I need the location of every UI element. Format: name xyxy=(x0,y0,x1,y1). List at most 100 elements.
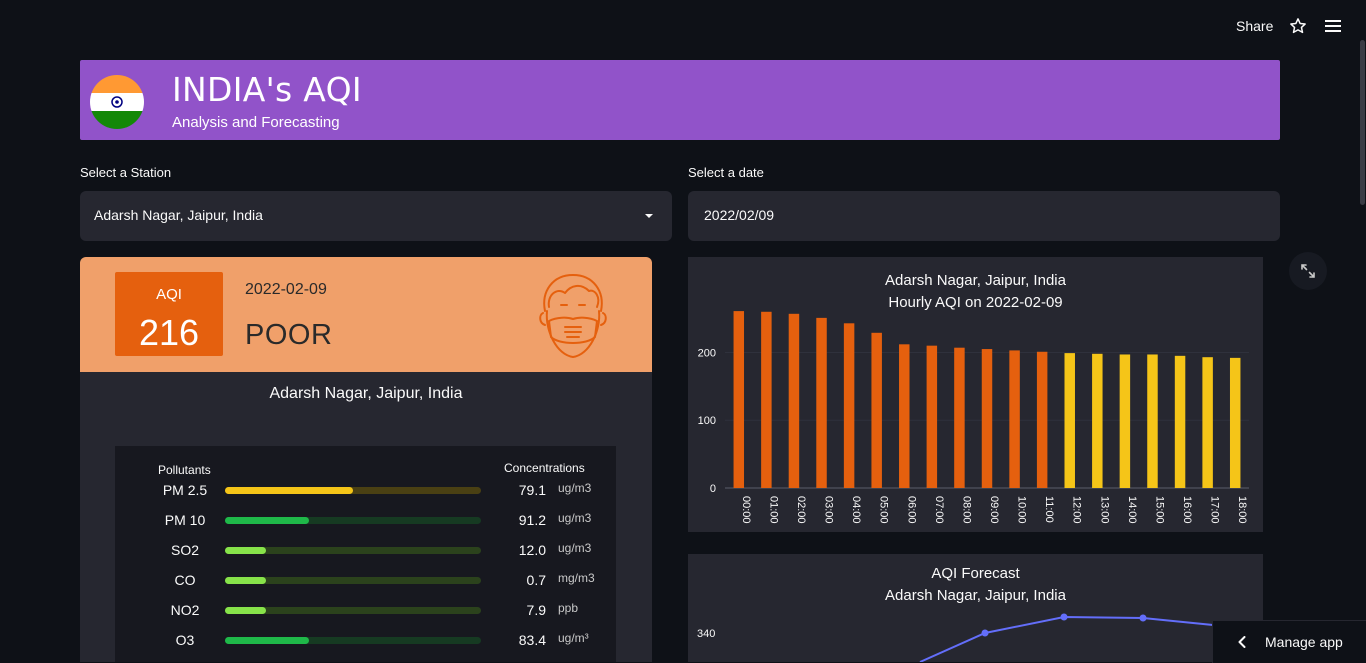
forecast-point xyxy=(1060,613,1068,621)
y-tick-label: 200 xyxy=(698,347,716,359)
hourly-aqi-bar xyxy=(1147,354,1158,488)
manage-app-button[interactable]: Manage app xyxy=(1212,620,1366,663)
pollutant-unit: mg/m3 xyxy=(558,571,595,585)
hourly-aqi-bar xyxy=(1202,357,1213,488)
hourly-aqi-bar xyxy=(871,332,882,488)
pollutant-level-fill xyxy=(225,637,310,644)
x-tick-label: 12:00 xyxy=(1071,496,1083,524)
y-tick-label: 0 xyxy=(710,483,716,495)
hourly-aqi-bar xyxy=(733,311,745,488)
x-tick-label: 04:00 xyxy=(850,496,862,524)
aqi-card-body: Adarsh Nagar, Jaipur, India Pollutants C… xyxy=(80,372,652,662)
aqi-card-header: AQI 216 2022-02-09 POOR xyxy=(80,257,652,372)
pollutants-panel: Pollutants Concentrations PM 2.5 79.1 ug/m… xyxy=(115,446,616,662)
y-tick-label: 100 xyxy=(698,415,716,427)
forecast-chart: AQI Forecast Adarsh Nagar, Jaipur, India… xyxy=(688,554,1263,662)
x-tick-label: 08:00 xyxy=(960,496,972,524)
pollutant-value: 91.2 xyxy=(518,512,546,528)
aqi-value: 216 xyxy=(138,312,200,353)
hourly-aqi-bar xyxy=(788,313,800,488)
station-select-label: Select a Station xyxy=(80,165,172,180)
station-select[interactable]: Adarsh Nagar, Jaipur, India xyxy=(80,191,672,241)
hourly-aqi-bar xyxy=(981,349,993,488)
pollutant-level-track xyxy=(225,607,481,614)
date-input-value: 2022/02/09 xyxy=(704,207,775,223)
x-tick-label: 14:00 xyxy=(1126,496,1138,524)
x-tick-label: 11:00 xyxy=(1043,496,1055,523)
face-mask-icon xyxy=(539,274,607,358)
pollutant-value: 12.0 xyxy=(518,542,546,558)
hourly-aqi-plot: 0 100 200 00:00 01:00 02:00 03:00 04:00 05:00 06:… xyxy=(698,311,1249,524)
x-tick-label: 03:00 xyxy=(823,496,835,524)
x-tick-label: 05:00 xyxy=(878,496,890,524)
forecast-point xyxy=(981,629,989,637)
aqi-station-name: Adarsh Nagar, Jaipur, India xyxy=(269,385,463,402)
pollutant-name: O3 xyxy=(175,632,195,648)
x-tick-label: 13:00 xyxy=(1098,496,1110,524)
header-banner: INDIA's AQI Analysis and Forecasting xyxy=(80,60,1280,140)
hourly-aqi-chart: Adarsh Nagar, Jaipur, India Hourly AQI o… xyxy=(688,257,1263,532)
manage-app-label: Manage app xyxy=(1265,634,1343,650)
pollutant-level-track xyxy=(225,487,481,494)
x-tick-label: 01:00 xyxy=(767,496,779,524)
pollutant-value: 79.1 xyxy=(518,482,546,498)
hourly-aqi-bar xyxy=(1036,351,1048,488)
hourly-aqi-bar xyxy=(899,344,910,488)
pollutant-level-fill xyxy=(225,607,266,614)
pollutant-name: CO xyxy=(174,572,196,588)
date-input[interactable]: 2022/02/09 xyxy=(688,191,1280,241)
hourly-aqi-bar xyxy=(926,345,938,488)
x-tick-label: 16:00 xyxy=(1181,496,1193,524)
pollutant-unit: ug/m³ xyxy=(558,631,589,645)
hourly-aqi-bar xyxy=(843,323,855,488)
hourly-aqi-bar xyxy=(1119,354,1131,488)
x-tick-label: 02:00 xyxy=(795,496,807,524)
pollutant-level-fill xyxy=(225,547,266,554)
pollutant-value: 83.4 xyxy=(518,632,546,648)
station-select-value: Adarsh Nagar, Jaipur, India xyxy=(94,207,263,223)
x-tick-label: 15:00 xyxy=(1153,496,1165,524)
x-tick-label: 09:00 xyxy=(988,496,1000,524)
hourly-aqi-bar xyxy=(1229,357,1241,488)
scrollbar-thumb[interactable] xyxy=(1360,40,1365,205)
pollutant-level-track xyxy=(225,637,481,644)
aqi-badge: AQI 216 xyxy=(115,272,223,356)
aqi-date: 2022-02-09 xyxy=(245,281,327,298)
aqi-label: AQI xyxy=(156,286,182,303)
pollutant-unit: ug/m3 xyxy=(558,481,592,495)
forecast-series-line xyxy=(919,615,1224,662)
x-tick-label: 18:00 xyxy=(1236,496,1248,524)
pollutant-name: PM 10 xyxy=(164,512,206,528)
pollutant-level-fill xyxy=(225,577,266,584)
concentrations-header: Concentrations xyxy=(504,461,585,475)
page-subtitle: Analysis and Forecasting xyxy=(172,114,340,131)
chevron-left-icon xyxy=(1238,636,1246,648)
pollutant-unit: ug/m3 xyxy=(558,511,592,525)
x-tick-label: 17:00 xyxy=(1209,496,1221,524)
aqi-category: POOR xyxy=(245,319,333,351)
pollutant-name: NO2 xyxy=(170,602,200,618)
x-tick-label: 06:00 xyxy=(905,496,917,524)
pollutant-value: 7.9 xyxy=(526,602,546,618)
share-button[interactable]: Share xyxy=(1236,18,1273,34)
x-tick-label: 07:00 xyxy=(933,496,945,524)
hourly-aqi-bar xyxy=(954,347,965,488)
expand-icon xyxy=(1301,264,1315,278)
forecast-plot xyxy=(919,613,1224,662)
date-input-label: Select a date xyxy=(688,165,764,180)
india-flag-icon xyxy=(90,75,144,129)
forecast-point xyxy=(1139,614,1147,622)
hamburger-menu-icon[interactable] xyxy=(1324,18,1342,34)
pollutant-level-track xyxy=(225,547,481,554)
hourly-aqi-bar xyxy=(816,317,827,488)
pollutants-header: Pollutants xyxy=(158,463,211,477)
pollutant-name: PM 2.5 xyxy=(162,482,208,498)
hourly-aqi-bar xyxy=(761,311,772,488)
hourly-aqi-bar xyxy=(1174,355,1186,488)
pollutant-level-track xyxy=(225,577,481,584)
pollutant-level-fill xyxy=(225,487,353,494)
expand-chart-button[interactable] xyxy=(1289,252,1327,290)
star-icon[interactable] xyxy=(1289,17,1307,35)
pollutant-level-fill xyxy=(225,517,310,524)
pollutant-unit: ppb xyxy=(558,601,579,615)
